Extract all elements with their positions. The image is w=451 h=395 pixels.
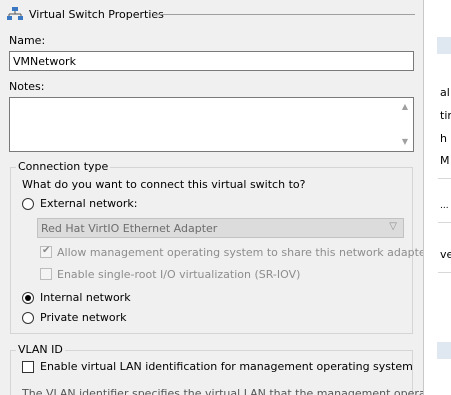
internal-network-label: Internal network <box>40 291 131 304</box>
allow-management-checkbox[interactable]: ✔ <box>40 245 52 258</box>
name-value: VMNetwork <box>13 55 76 68</box>
section-header: Virtual Switch Properties <box>5 4 415 24</box>
right-panel-divider <box>438 222 451 223</box>
right-panel-text: al <box>440 86 450 99</box>
network-switch-icon <box>7 7 23 20</box>
chevron-down-icon: ▽ <box>389 221 397 232</box>
allow-management-label: Allow management operating system to sha… <box>57 246 423 259</box>
vlan-enable-checkbox[interactable] <box>22 361 34 373</box>
name-label: Name: <box>9 34 46 47</box>
sriov-label: Enable single-root I/O virtualization (S… <box>57 268 301 281</box>
notes-scrollbar[interactable]: ▲ ▼ <box>397 98 413 151</box>
vlan-title: VLAN ID <box>16 343 65 356</box>
right-panel-text: h <box>440 132 447 145</box>
notes-textarea[interactable]: ▲ ▼ <box>9 97 414 152</box>
right-panel-text: ve <box>440 248 451 261</box>
right-panel-text: M <box>440 154 450 167</box>
external-network-radio[interactable] <box>22 198 34 210</box>
private-network-label: Private network <box>40 311 127 324</box>
internal-network-radio[interactable] <box>22 292 34 304</box>
right-panel: al tir h M ... ve <box>423 0 451 395</box>
checkmark-icon: ✔ <box>42 245 51 256</box>
connection-type-title: Connection type <box>16 160 111 173</box>
vlan-enable-label: Enable virtual LAN identification for ma… <box>40 360 413 373</box>
right-panel-divider <box>438 272 451 273</box>
external-network-label: External network: <box>40 197 138 210</box>
adapter-select[interactable]: Red Hat VirtIO Ethernet Adapter ▽ <box>37 218 404 238</box>
right-panel-band <box>437 342 451 359</box>
vlan-help-text: The VLAN identifier specifies the virtua… <box>22 387 423 395</box>
name-input[interactable]: VMNetwork <box>9 51 414 71</box>
sriov-checkbox[interactable] <box>40 268 52 280</box>
right-panel-band <box>437 37 451 54</box>
notes-label: Notes: <box>9 80 45 93</box>
section-title: Virtual Switch Properties <box>29 8 164 21</box>
scroll-up-icon[interactable]: ▲ <box>401 103 409 111</box>
switch-properties-panel: Virtual Switch Properties Name: VMNetwor… <box>0 0 423 395</box>
connection-question: What do you want to connect this virtual… <box>22 178 306 191</box>
header-divider <box>153 14 415 15</box>
radio-selected-dot <box>25 295 31 301</box>
adapter-value: Red Hat VirtIO Ethernet Adapter <box>41 222 218 235</box>
right-panel-text: ... <box>440 201 449 211</box>
private-network-radio[interactable] <box>22 312 34 324</box>
scroll-down-icon[interactable]: ▼ <box>401 138 409 146</box>
right-panel-divider <box>438 178 451 179</box>
right-panel-text: tir <box>440 109 451 122</box>
